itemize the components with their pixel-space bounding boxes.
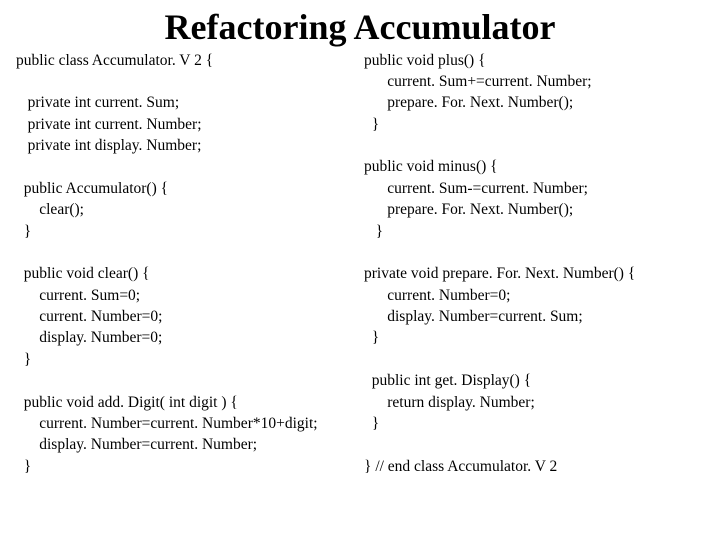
code-line: current. Number=0;: [364, 287, 510, 304]
code-line: current. Sum-=current. Number;: [364, 180, 588, 197]
left-code-column: public class Accumulator. V 2 { private …: [16, 50, 360, 478]
code-line: public int get. Display() {: [364, 372, 531, 389]
code-columns: public class Accumulator. V 2 { private …: [16, 50, 704, 478]
code-line: }: [16, 458, 31, 475]
right-code-column: public void plus() { current. Sum+=curre…: [360, 50, 704, 478]
code-line: public void minus() {: [364, 158, 498, 175]
code-line: }: [364, 329, 379, 346]
code-line: }: [16, 351, 31, 368]
code-line: prepare. For. Next. Number();: [364, 94, 573, 111]
code-line: current. Sum=0;: [16, 287, 140, 304]
code-line: public Accumulator() {: [16, 180, 168, 197]
code-line: } // end class Accumulator. V 2: [364, 458, 557, 475]
code-line: }: [364, 223, 383, 240]
code-line: current. Number=0;: [16, 308, 162, 325]
code-line: display. Number=current. Number;: [16, 436, 257, 453]
code-line: display. Number=current. Sum;: [364, 308, 583, 325]
code-line: }: [364, 116, 379, 133]
code-line: display. Number=0;: [16, 329, 162, 346]
code-line: current. Sum+=current. Number;: [364, 73, 592, 90]
code-line: public class Accumulator. V 2 {: [16, 52, 213, 69]
code-line: }: [16, 223, 31, 240]
code-line: private void prepare. For. Next. Number(…: [364, 265, 635, 282]
slide-title: Refactoring Accumulator: [16, 8, 704, 48]
code-line: return display. Number;: [364, 394, 535, 411]
code-line: public void add. Digit( int digit ) {: [16, 394, 238, 411]
code-line: }: [364, 415, 379, 432]
code-line: public void plus() {: [364, 52, 486, 69]
code-line: private int display. Number;: [16, 137, 201, 154]
code-line: private int current. Sum;: [16, 94, 179, 111]
code-line: prepare. For. Next. Number();: [364, 201, 573, 218]
code-line: clear();: [16, 201, 84, 218]
code-line: private int current. Number;: [16, 116, 202, 133]
code-line: public void clear() {: [16, 265, 150, 282]
code-line: current. Number=current. Number*10+digit…: [16, 415, 318, 432]
